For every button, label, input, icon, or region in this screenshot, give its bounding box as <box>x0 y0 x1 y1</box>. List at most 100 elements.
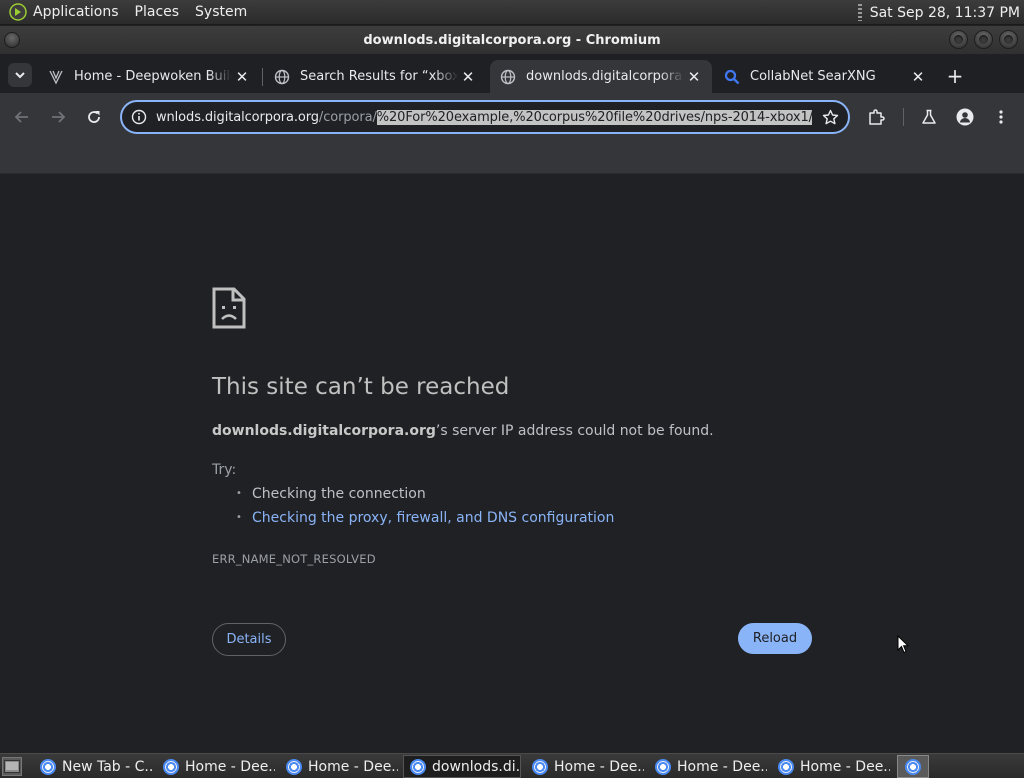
tab-search-results-xbox[interactable]: Search Results for “xbox” – ✕ <box>264 60 486 93</box>
error-message: ’s server IP address could not be found. <box>435 423 714 439</box>
reload-button[interactable]: Reload <box>738 623 812 654</box>
tab-separator <box>262 68 263 86</box>
error-code: ERR_NAME_NOT_RESOLVED <box>212 552 376 566</box>
suggestion-check-connection: Checking the connection <box>252 486 426 502</box>
forward-button[interactable] <box>44 103 72 131</box>
task-label: Home - Dee... <box>554 758 644 775</box>
task-button-home-deepwoken[interactable]: Home - Dee... <box>280 755 398 778</box>
menu-button[interactable] <box>987 103 1015 131</box>
deepwoken-logo-icon <box>48 69 64 85</box>
window-title: downlods.digitalcorpora.org - Chromium <box>363 32 661 48</box>
address-bar[interactable]: wnlods.digitalcorpora.org/corpora/%20For… <box>120 100 850 134</box>
reload-icon <box>88 111 100 123</box>
tab-search-button[interactable] <box>8 63 32 87</box>
window-menu-button[interactable] <box>4 32 20 48</box>
minimize-button[interactable] <box>949 30 968 49</box>
tab-title: Search Results for “xbox” – <box>300 69 458 84</box>
places-menu[interactable]: Places <box>135 4 180 20</box>
task-button-chromium[interactable] <box>897 755 929 778</box>
mouse-pointer-icon <box>897 635 909 654</box>
chromium-icon <box>532 758 548 775</box>
new-tab-button[interactable]: + <box>943 64 967 88</box>
task-button-new-tab[interactable]: New Tab - C... <box>34 755 152 778</box>
globe-icon <box>274 69 290 85</box>
tab-strip: Home - Deepwoken Builder ✕ Search Result… <box>0 55 1024 93</box>
arrow-left-icon <box>14 111 28 123</box>
chevron-down-icon <box>15 72 25 79</box>
sad-document-icon <box>212 287 246 329</box>
url-host: wnlods.digitalcorpora.org <box>156 109 319 125</box>
toolbar-separator <box>903 108 904 126</box>
tab-collabnet-searxng[interactable]: CollabNet SearXNG ✕ <box>714 60 936 93</box>
task-button-home-deepwoken[interactable]: Home - Dee... <box>772 755 890 778</box>
task-label: Home - Dee... <box>677 758 767 775</box>
maximize-button[interactable] <box>974 30 993 49</box>
bookmark-star-icon[interactable] <box>812 102 848 132</box>
task-label: Home - Dee... <box>800 758 890 775</box>
tab-deepwoken-builder[interactable]: Home - Deepwoken Builder ✕ <box>38 60 260 93</box>
puzzle-icon <box>869 109 885 125</box>
system-menu[interactable]: System <box>195 4 247 20</box>
globe-icon <box>500 69 516 85</box>
top-panel: Applications Places System Sat Sep 28, 1… <box>0 0 1024 25</box>
error-page: This site can’t be reached downlods.digi… <box>0 174 1024 753</box>
chromium-icon <box>40 758 56 775</box>
try-label: Try: <box>212 462 237 478</box>
tab-close-icon[interactable]: ✕ <box>908 67 928 87</box>
tab-title: CollabNet SearXNG <box>750 69 876 84</box>
task-label: New Tab - C... <box>62 758 152 775</box>
error-host: downlods.digitalcorpora.org <box>212 423 436 439</box>
flask-icon <box>922 109 936 124</box>
tab-title: Home - Deepwoken Builder <box>74 69 232 84</box>
details-button[interactable]: Details <box>212 623 286 656</box>
back-button[interactable] <box>8 103 36 131</box>
arrow-right-icon <box>52 111 66 123</box>
task-label: Home - Dee... <box>308 758 398 775</box>
task-button-home-deepwoken[interactable]: Home - Dee... <box>526 755 644 778</box>
chromium-icon <box>778 758 794 775</box>
search-icon <box>724 69 740 85</box>
reload-toolbar-button[interactable] <box>80 103 108 131</box>
panel-handle <box>857 4 862 21</box>
show-desktop-button[interactable] <box>2 757 22 776</box>
tab-close-icon[interactable]: ✕ <box>684 67 704 87</box>
labs-button[interactable] <box>915 103 943 131</box>
suggestion-item: Checking the proxy, firewall, and DNS co… <box>236 509 614 533</box>
distro-logo-icon[interactable] <box>9 3 27 21</box>
suggestion-check-proxy-link[interactable]: Checking the proxy, firewall, and DNS co… <box>252 510 614 526</box>
url-selected-text: %20For%20example,%20corpus%20file%20driv… <box>376 109 812 125</box>
chromium-icon <box>905 758 921 775</box>
panel-clock[interactable]: Sat Sep 28, 11:37 PM <box>870 5 1020 21</box>
profile-button[interactable] <box>951 103 979 131</box>
chromium-icon <box>410 758 426 775</box>
tab-close-icon[interactable]: ✕ <box>232 67 252 87</box>
chromium-icon <box>655 758 671 775</box>
tab-title: downlods.digitalcorpora.org <box>526 69 684 84</box>
url-text[interactable]: wnlods.digitalcorpora.org/corpora/%20For… <box>156 109 812 125</box>
task-button-home-deepwoken[interactable]: Home - Dee... <box>157 755 275 778</box>
task-button-downlods[interactable]: downlods.di... <box>403 755 521 778</box>
url-path: /corpora/ <box>318 109 377 125</box>
task-button-home-deepwoken[interactable]: Home - Dee... <box>649 755 767 778</box>
error-heading: This site can’t be reached <box>212 374 510 400</box>
extensions-button[interactable] <box>862 103 890 131</box>
browser-toolbar: wnlods.digitalcorpora.org/corpora/%20For… <box>0 93 1024 140</box>
window-titlebar[interactable]: downlods.digitalcorpora.org - Chromium <box>0 26 1024 54</box>
desktop-icon <box>4 760 20 773</box>
bookmarks-bar <box>0 140 1024 174</box>
tab-close-icon[interactable]: ✕ <box>458 67 478 87</box>
suggestions-list: Checking the connection Checking the pro… <box>236 485 614 533</box>
applications-menu[interactable]: Applications <box>33 4 119 20</box>
suggestion-item: Checking the connection <box>236 485 614 509</box>
tab-downlods-digitalcorpora[interactable]: downlods.digitalcorpora.org ✕ <box>490 60 712 93</box>
person-icon <box>956 108 974 126</box>
kebab-menu-icon <box>999 110 1003 124</box>
task-label: Home - Dee... <box>185 758 275 775</box>
error-description: downlods.digitalcorpora.org’s server IP … <box>212 423 714 439</box>
close-window-button[interactable] <box>999 30 1018 49</box>
taskbar: New Tab - C... Home - Dee... Home - Dee.… <box>0 753 1024 778</box>
info-icon[interactable] <box>122 102 156 132</box>
chromium-icon <box>163 758 179 775</box>
chromium-icon <box>286 758 302 775</box>
task-label: downlods.di... <box>432 758 520 775</box>
